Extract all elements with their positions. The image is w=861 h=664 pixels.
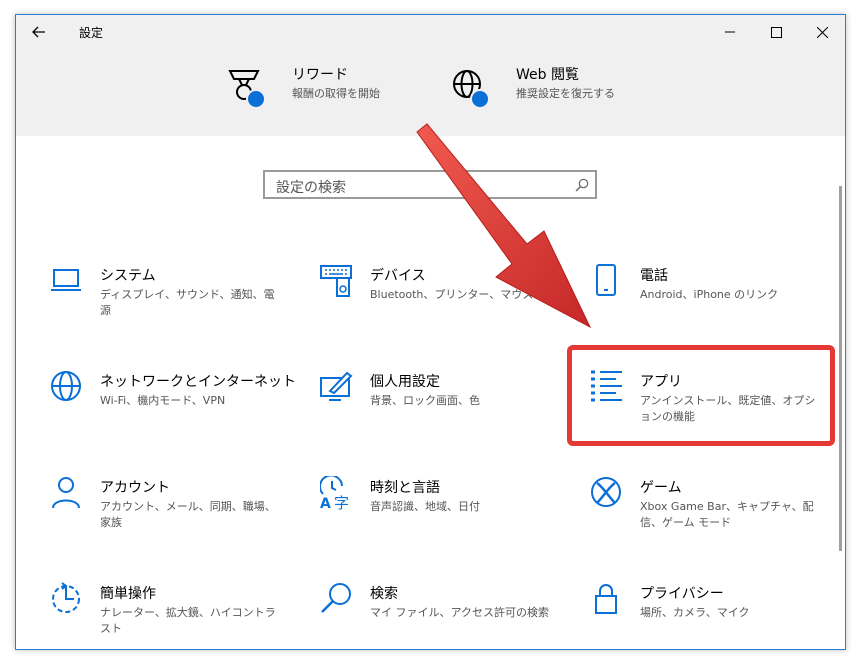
settings-window: 設定 リワード 報酬の取得を開始 Web 閲覧 推奨設定を復元する 設定の検索 …: [15, 14, 846, 650]
annotation-arrow: [416, 123, 592, 329]
